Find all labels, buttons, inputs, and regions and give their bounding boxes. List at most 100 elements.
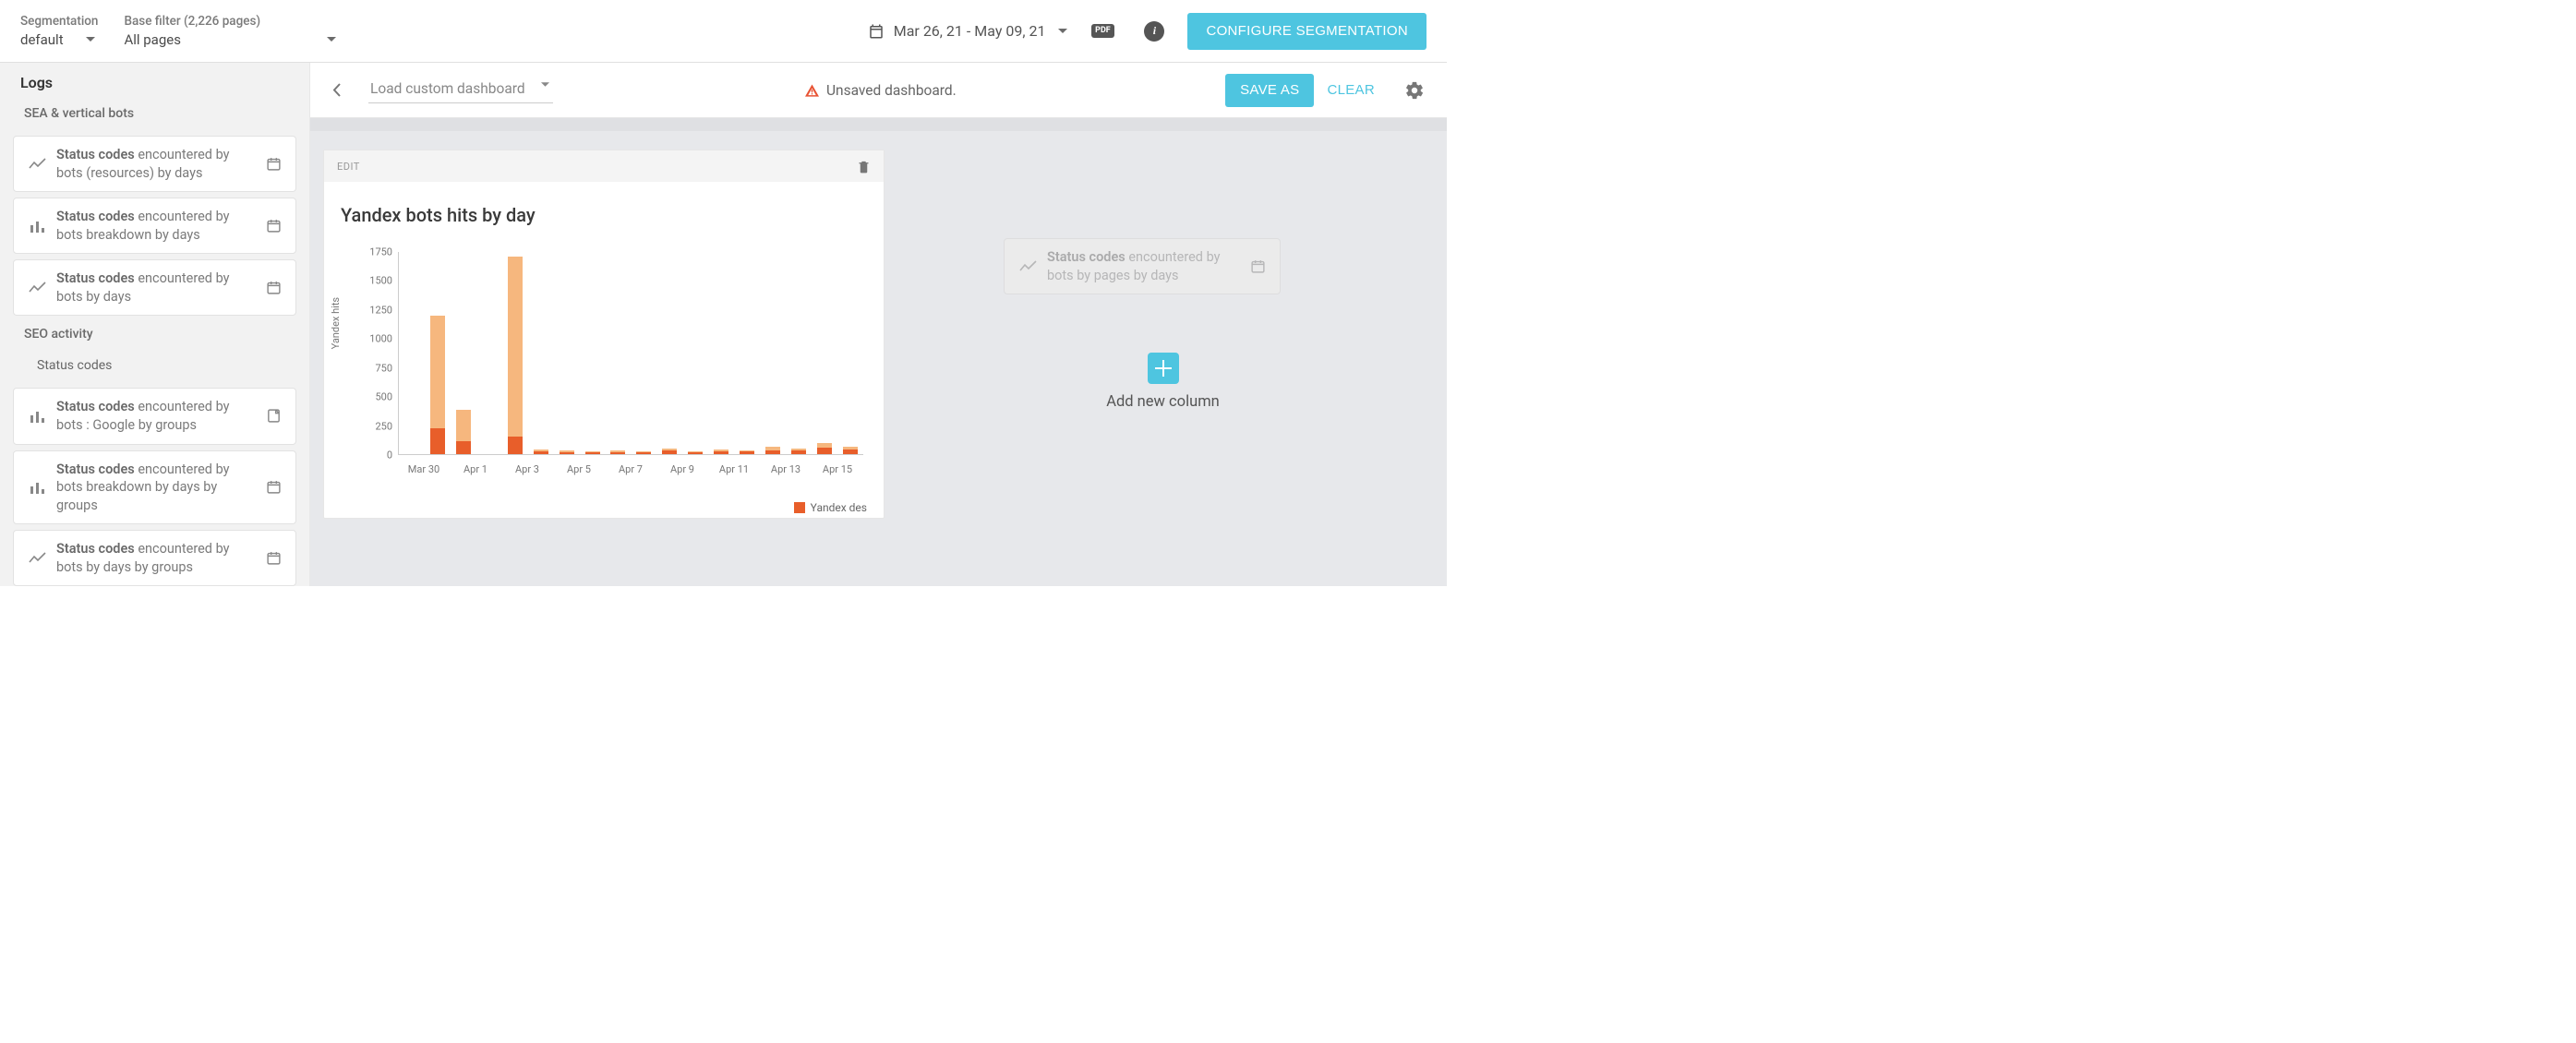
top-bar: Segmentation default Base filter (2,226 … (0, 0, 1447, 63)
x-tick: Apr 15 (812, 463, 863, 475)
y-tick: 1250 (363, 304, 392, 316)
x-tick: Apr 1 (450, 463, 501, 475)
widget-delete-button[interactable] (857, 159, 871, 174)
save-as-button[interactable]: SAVE AS (1225, 74, 1314, 107)
info-button[interactable]: i (1138, 15, 1171, 48)
bar-chart-icon (25, 220, 51, 233)
bar (682, 252, 708, 454)
calendar-icon (868, 23, 885, 40)
widget-edit-button[interactable]: EDIT (337, 161, 360, 173)
x-tick: Apr 13 (760, 463, 812, 475)
load-dashboard-label: Load custom dashboard (370, 80, 525, 97)
x-tick: Apr 5 (553, 463, 605, 475)
bar-chart-icon (25, 481, 51, 494)
unsaved-text: Unsaved dashboard. (826, 82, 957, 99)
card-text: Status codes encountered by bots breakdo… (51, 461, 262, 515)
sidebar-widget-card[interactable]: Status codes encountered by bots : Googl… (13, 388, 296, 444)
legend-label: Yandex des (811, 501, 867, 514)
sidebar-widget-card[interactable]: Status codes encountered by bots breakdo… (13, 198, 296, 254)
card-text: Status codes encountered by bots (resour… (51, 146, 262, 182)
line-chart-icon (25, 282, 51, 294)
pdf-icon: PDF (1091, 24, 1114, 38)
x-tick: Apr 9 (656, 463, 708, 475)
sidebar-widget-card[interactable]: Status codes encountered by bots (resour… (13, 136, 296, 192)
bar (812, 252, 837, 454)
configure-segmentation-button[interactable]: CONFIGURE SEGMENTATION (1187, 13, 1426, 50)
bar (631, 252, 656, 454)
bar (606, 252, 632, 454)
chevron-down-icon (86, 37, 95, 42)
card-text: Status codes encountered by bots breakdo… (51, 208, 262, 244)
bar (554, 252, 580, 454)
load-dashboard-dropdown[interactable]: Load custom dashboard (368, 77, 553, 103)
chevron-down-icon (541, 82, 549, 88)
x-tick: Mar 30 (398, 463, 450, 475)
x-tick: Apr 7 (605, 463, 656, 475)
calendar-icon (262, 280, 284, 295)
sidebar-subgroup-status-codes[interactable]: Status codes (0, 351, 309, 382)
y-tick: 1000 (363, 333, 392, 345)
sidebar-group-sea[interactable]: SEA & vertical bots (0, 101, 309, 130)
bar (786, 252, 812, 454)
bar-chart-icon (25, 410, 51, 423)
card-text: Status codes encountered by bots by days… (51, 540, 262, 576)
bar (399, 252, 425, 454)
calendar-icon (262, 550, 284, 566)
bar (734, 252, 760, 454)
legend-swatch-icon (794, 502, 805, 513)
calendar-icon (262, 218, 284, 234)
warning-icon (805, 84, 819, 97)
y-tick: 750 (363, 362, 392, 374)
card-text: Status codes encountered by bots by days (51, 270, 262, 306)
x-tick: Apr 3 (501, 463, 553, 475)
sidebar-widget-card[interactable]: Status codes encountered by bots breakdo… (13, 450, 296, 525)
info-icon: i (1144, 21, 1164, 42)
date-range-text: Mar 26, 21 - May 09, 21 (894, 22, 1046, 40)
calendar-icon (262, 479, 284, 495)
clear-button[interactable]: CLEAR (1314, 82, 1388, 98)
unsaved-dashboard-warning: Unsaved dashboard. (805, 82, 957, 99)
back-button[interactable] (332, 83, 341, 97)
chevron-down-icon (1058, 29, 1067, 34)
y-tick: 1750 (363, 246, 392, 258)
y-tick: 0 (363, 450, 392, 462)
calendar-icon (262, 156, 284, 172)
chevron-down-icon (327, 37, 336, 42)
sidebar-title: Logs (0, 63, 309, 101)
date-range-picker[interactable]: Mar 26, 21 - May 09, 21 (868, 22, 1068, 40)
bar (656, 252, 682, 454)
sidebar-group-seo[interactable]: SEO activity (0, 321, 309, 351)
export-pdf-button[interactable]: PDF (1086, 15, 1119, 48)
bar (502, 252, 528, 454)
line-chart-icon (25, 552, 51, 565)
content-area: Load custom dashboard Unsaved dashboard.… (310, 63, 1447, 586)
base-filter-value: All pages (124, 31, 181, 48)
ghost-card-text: Status codes encountered by bots by page… (1041, 248, 1246, 284)
segmentation-value: default (20, 31, 64, 48)
content-header: Load custom dashboard Unsaved dashboard.… (310, 63, 1447, 118)
add-column-label: Add new column (1106, 393, 1220, 411)
card-text: Status codes encountered by bots : Googl… (51, 398, 262, 434)
bar (708, 252, 734, 454)
base-filter-label: Base filter (2,226 pages) (124, 14, 336, 29)
note-icon (262, 408, 284, 424)
bar (837, 252, 863, 454)
base-filter-selector[interactable]: Base filter (2,226 pages) All pages (124, 14, 336, 48)
settings-button[interactable] (1404, 80, 1425, 101)
segmentation-selector[interactable]: Segmentation default (20, 14, 98, 48)
bar (451, 252, 476, 454)
segmentation-label: Segmentation (20, 14, 98, 29)
sidebar: Logs SEA & vertical bots Status codes en… (0, 63, 310, 586)
y-axis-label: Yandex hits (330, 297, 342, 350)
sidebar-widget-card[interactable]: Status codes encountered by bots by days (13, 259, 296, 316)
y-tick: 250 (363, 420, 392, 432)
chart: Yandex hits 02505007501000125015001750 M… (335, 241, 873, 499)
bar (580, 252, 606, 454)
dragged-widget-placeholder[interactable]: Status codes encountered by bots by page… (1004, 238, 1281, 294)
y-tick: 1500 (363, 275, 392, 287)
x-tick: Apr 11 (708, 463, 760, 475)
bar (425, 252, 451, 454)
bar (760, 252, 786, 454)
sidebar-widget-card[interactable]: Status codes encountered by bots by days… (13, 530, 296, 586)
add-column-button[interactable] (1148, 353, 1179, 384)
